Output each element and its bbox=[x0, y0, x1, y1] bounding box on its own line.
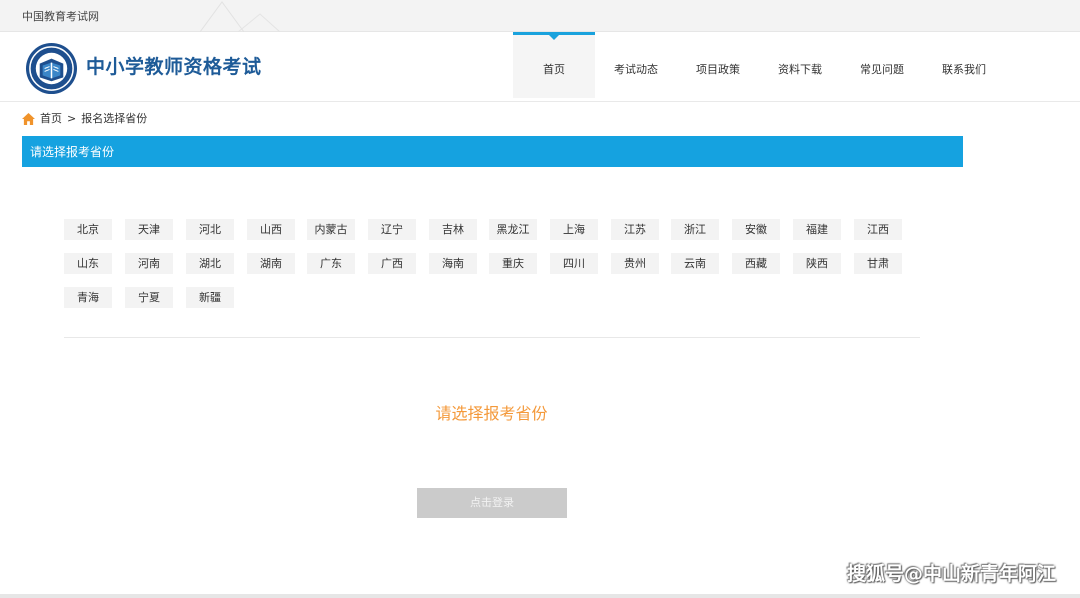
province-button[interactable]: 山东 bbox=[64, 253, 112, 274]
nav-label: 项目政策 bbox=[696, 63, 740, 76]
breadcrumb-separator: > bbox=[67, 112, 77, 125]
decorative-lines bbox=[200, 1, 281, 32]
province-button[interactable]: 辽宁 bbox=[368, 219, 416, 240]
breadcrumb-home-link[interactable]: 首页 bbox=[40, 111, 62, 127]
watermark: 搜狐号@中山新青年阿江 bbox=[846, 563, 1056, 585]
nav-faq[interactable]: 常见问题 bbox=[844, 32, 920, 98]
header: 中小学教师资格考试 首页 考试动态 项目政策 资料下载 常见问题 联系我们 bbox=[0, 32, 1080, 102]
bottom-border bbox=[0, 594, 1080, 598]
province-button[interactable]: 内蒙古 bbox=[307, 219, 355, 240]
province-button[interactable]: 湖南 bbox=[247, 253, 295, 274]
province-button[interactable]: 安徽 bbox=[732, 219, 780, 240]
nav-label: 首页 bbox=[543, 63, 565, 76]
nav-home[interactable]: 首页 bbox=[513, 32, 595, 98]
province-button[interactable]: 河北 bbox=[186, 219, 234, 240]
nav-label: 资料下载 bbox=[778, 63, 822, 76]
province-button[interactable]: 浙江 bbox=[671, 219, 719, 240]
province-button[interactable]: 贵州 bbox=[611, 253, 659, 274]
province-button[interactable]: 四川 bbox=[550, 253, 598, 274]
breadcrumb-current: 报名选择省份 bbox=[81, 112, 148, 125]
nav-policy[interactable]: 项目政策 bbox=[680, 32, 756, 98]
province-button[interactable]: 甘肃 bbox=[854, 253, 902, 274]
select-province-prompt: 请选择报考省份 bbox=[435, 404, 548, 423]
province-button[interactable]: 江西 bbox=[854, 219, 902, 240]
province-button[interactable]: 广西 bbox=[368, 253, 416, 274]
province-button[interactable]: 上海 bbox=[550, 219, 598, 240]
province-button[interactable]: 黑龙江 bbox=[489, 219, 537, 240]
section-header: 请选择报考省份 bbox=[22, 136, 963, 167]
province-button[interactable]: 山西 bbox=[247, 219, 295, 240]
active-caret-icon bbox=[549, 35, 559, 40]
province-button[interactable]: 陕西 bbox=[793, 253, 841, 274]
nav-exam-news[interactable]: 考试动态 bbox=[598, 32, 674, 98]
logo-emblem-icon bbox=[25, 42, 78, 95]
province-button[interactable]: 湖北 bbox=[186, 253, 234, 274]
province-button[interactable]: 北京 bbox=[64, 219, 112, 240]
province-button[interactable]: 云南 bbox=[671, 253, 719, 274]
province-button[interactable]: 江苏 bbox=[611, 219, 659, 240]
nav-label: 考试动态 bbox=[614, 63, 658, 76]
login-button[interactable]: 点击登录 bbox=[417, 488, 567, 518]
nav-downloads[interactable]: 资料下载 bbox=[762, 32, 838, 98]
province-button[interactable]: 宁夏 bbox=[125, 287, 173, 308]
province-button[interactable]: 福建 bbox=[793, 219, 841, 240]
province-button[interactable]: 西藏 bbox=[732, 253, 780, 274]
breadcrumb: 首页 > 报名选择省份 bbox=[22, 111, 147, 127]
province-button[interactable]: 青海 bbox=[64, 287, 112, 308]
divider bbox=[64, 337, 920, 338]
nav-label: 常见问题 bbox=[860, 63, 904, 76]
nav-contact[interactable]: 联系我们 bbox=[926, 32, 1002, 98]
province-button[interactable]: 海南 bbox=[429, 253, 477, 274]
province-button[interactable]: 重庆 bbox=[489, 253, 537, 274]
site-name: 中国教育考试网 bbox=[22, 10, 99, 23]
section-title: 请选择报考省份 bbox=[30, 145, 115, 159]
nav-label: 联系我们 bbox=[942, 63, 986, 76]
top-bar: 中国教育考试网 bbox=[0, 0, 1080, 32]
home-icon bbox=[22, 113, 35, 125]
province-button[interactable]: 广东 bbox=[307, 253, 355, 274]
province-button[interactable]: 吉林 bbox=[429, 219, 477, 240]
province-button[interactable]: 新疆 bbox=[186, 287, 234, 308]
province-button[interactable]: 天津 bbox=[125, 219, 173, 240]
site-title: 中小学教师资格考试 bbox=[86, 56, 262, 78]
province-button[interactable]: 河南 bbox=[125, 253, 173, 274]
